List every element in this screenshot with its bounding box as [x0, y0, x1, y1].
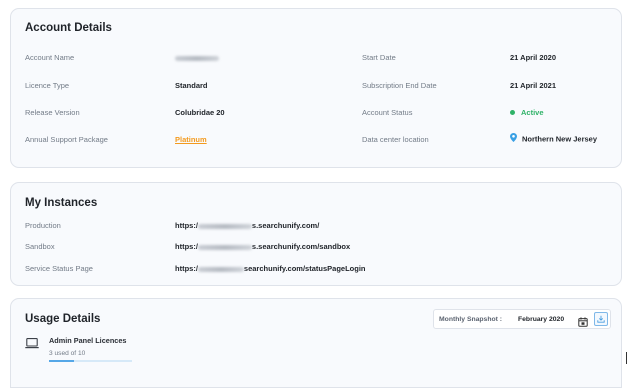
data-center-text: Northern New Jersey [522, 134, 598, 144]
redacted-subdomain [197, 244, 252, 250]
account-status-label: Account Status [362, 108, 413, 117]
download-button[interactable] [594, 312, 608, 326]
sandbox-url-prefix: https:/ [175, 242, 198, 251]
status-dot-icon [510, 109, 515, 115]
release-version-value: Colubridae 20 [175, 108, 225, 117]
my-instances-card: My Instances Production https:/ s.searchu… [10, 182, 622, 286]
production-url[interactable]: https:/ s.searchunify.com/ [175, 221, 319, 230]
data-center-value: Northern New Jersey [510, 133, 598, 145]
my-instances-title: My Instances [25, 197, 98, 209]
text-cursor [626, 352, 627, 364]
data-center-label: Data center location [362, 135, 429, 144]
licence-type-label: Licence Type [25, 81, 70, 90]
sandbox-label: Sandbox [25, 242, 55, 251]
licence-progress-bar [49, 360, 132, 362]
redacted-subdomain [197, 223, 252, 229]
start-date-label: Start Date [362, 53, 396, 62]
account-status-text: Active [521, 108, 544, 117]
monthly-snapshot-picker[interactable]: Monthly Snapshot : February 2020 [433, 309, 611, 329]
redacted-account-name [175, 55, 219, 61]
usage-details-title: Usage Details [25, 313, 101, 325]
support-package-label: Annual Support Package [25, 135, 108, 144]
status-page-label: Service Status Page [25, 264, 93, 273]
release-version-label: Release Version [25, 108, 80, 117]
subscription-end-value: 21 April 2021 [510, 81, 556, 90]
production-label: Production [25, 221, 61, 230]
status-page-url-prefix: https:/ [175, 264, 198, 273]
licence-progress-fill [49, 360, 74, 362]
location-pin-icon [510, 133, 517, 144]
calendar-icon[interactable] [578, 314, 588, 332]
sandbox-url[interactable]: https:/ s.searchunify.com/sandbox [175, 242, 350, 251]
licence-type-value: Standard [175, 81, 208, 90]
account-details-title: Account Details [25, 22, 112, 34]
start-date-value: 21 April 2020 [510, 53, 556, 62]
production-url-suffix: s.searchunify.com/ [251, 221, 320, 230]
snapshot-label: Monthly Snapshot : [439, 316, 503, 323]
redacted-subdomain [197, 266, 244, 272]
status-page-url[interactable]: https:/ searchunify.com/statusPageLogin [175, 264, 365, 273]
support-package-link[interactable]: Platinum [175, 135, 207, 144]
licence-name: Admin Panel Licences [49, 336, 127, 345]
production-url-prefix: https:/ [175, 221, 198, 230]
account-status-value: Active [510, 108, 544, 117]
laptop-icon [25, 336, 39, 354]
subscription-end-label: Subscription End Date [362, 81, 437, 90]
download-icon [597, 315, 605, 323]
account-name-label: Account Name [25, 53, 75, 62]
status-page-url-suffix: searchunify.com/statusPageLogin [243, 264, 366, 273]
snapshot-value: February 2020 [518, 316, 565, 323]
account-name-value [175, 53, 219, 62]
licence-usage-text: 3 used of 10 [49, 350, 86, 357]
sandbox-url-suffix: s.searchunify.com/sandbox [251, 242, 351, 251]
usage-details-card: Usage Details Monthly Snapshot : Februar… [10, 298, 622, 388]
account-details-card: Account Details Account Name Licence Typ… [10, 8, 622, 168]
